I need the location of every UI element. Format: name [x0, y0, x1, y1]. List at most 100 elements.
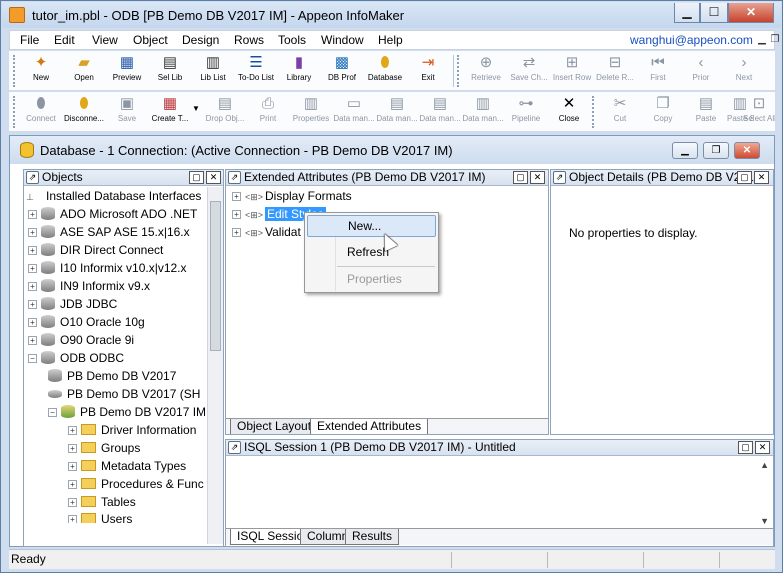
- pane-maximize-icon[interactable]: ▢: [738, 441, 753, 454]
- scrollbar-thumb[interactable]: [210, 201, 221, 351]
- toolbar-grip[interactable]: [13, 55, 16, 87]
- cut-button[interactable]: ✂ Cut: [598, 94, 642, 130]
- objects-scrollbar[interactable]: [207, 187, 223, 544]
- menu-rows[interactable]: Rows: [234, 33, 264, 47]
- child-minimize-button[interactable]: ▁: [672, 142, 698, 159]
- tree-item[interactable]: + DIR Direct Connect: [28, 241, 163, 259]
- pipeline-button[interactable]: ⊶ Pipeline: [504, 94, 548, 130]
- tree-item-folder[interactable]: + Users: [68, 511, 132, 523]
- close-button[interactable]: ✕: [728, 3, 774, 23]
- expand-icon[interactable]: +: [28, 282, 37, 291]
- database-button[interactable]: ⬮ Database: [363, 53, 407, 89]
- db-profile-button[interactable]: ▩ DB Prof: [320, 53, 364, 89]
- menu-help[interactable]: Help: [378, 33, 403, 47]
- database-painter-titlebar[interactable]: Database - 1 Connection: (Active Connect…: [10, 136, 774, 164]
- pushpin-icon[interactable]: ⇗: [228, 171, 241, 184]
- toolbar-grip[interactable]: [457, 55, 460, 87]
- maximize-button[interactable]: ☐: [700, 3, 728, 23]
- todo-list-button[interactable]: ☰ To-Do List: [234, 53, 278, 89]
- preview-button[interactable]: ▦ Preview: [105, 53, 149, 89]
- tree-item[interactable]: + ADO Microsoft ADO .NET: [28, 205, 197, 223]
- tab-results[interactable]: Results: [345, 529, 400, 545]
- expand-icon[interactable]: +: [28, 336, 37, 345]
- context-menu-new[interactable]: New...: [307, 215, 436, 237]
- mdi-restore-icon[interactable]: ❐: [767, 33, 783, 48]
- data-manipulation-button-3[interactable]: ▤ Data man...: [418, 94, 462, 130]
- menu-file[interactable]: File: [20, 33, 39, 47]
- minimize-button[interactable]: ▁: [674, 3, 700, 23]
- exit-button[interactable]: ⇥ Exit: [406, 53, 450, 89]
- expand-icon[interactable]: +: [28, 210, 37, 219]
- collapse-icon[interactable]: −: [48, 408, 57, 417]
- retrieve-button[interactable]: ⊕ Retrieve: [464, 53, 508, 89]
- connect-button[interactable]: ⬮ Connect: [19, 94, 63, 130]
- expand-icon[interactable]: +: [68, 498, 77, 507]
- data-manipulation-button-1[interactable]: ▭ Data man...: [332, 94, 376, 130]
- tree-item-profile-active[interactable]: − PB Demo DB V2017 IM: [48, 403, 206, 421]
- tree-item-profile[interactable]: PB Demo DB V2017 (SH: [48, 385, 200, 403]
- expand-icon[interactable]: +: [28, 246, 37, 255]
- pushpin-icon[interactable]: ⇗: [26, 171, 39, 184]
- pane-maximize-icon[interactable]: ▢: [513, 171, 528, 184]
- dropdown-arrow-icon[interactable]: ▼: [192, 104, 200, 113]
- next-button[interactable]: › Next: [722, 53, 766, 89]
- tree-item[interactable]: + O10 Oracle 10g: [28, 313, 145, 331]
- expand-icon[interactable]: +: [232, 192, 241, 201]
- open-button[interactable]: ▰ Open: [62, 53, 106, 89]
- title-bar[interactable]: tutor_im.pbl - ODB [PB Demo DB V2017 IM]…: [2, 2, 781, 28]
- user-account[interactable]: wanghui@appeon.com: [630, 33, 753, 47]
- delete-row-button[interactable]: ⊟ Delete R...: [593, 53, 637, 89]
- save-changes-button[interactable]: ⇄ Save Ch...: [507, 53, 551, 89]
- menu-view[interactable]: View: [92, 33, 118, 47]
- tree-item[interactable]: + JDB JDBC: [28, 295, 117, 313]
- tree-item[interactable]: + O90 Oracle 9i: [28, 331, 134, 349]
- expand-icon[interactable]: +: [232, 210, 241, 219]
- scroll-down-icon[interactable]: ▼: [760, 516, 769, 526]
- drop-object-button[interactable]: ▤ Drop Obj...: [203, 94, 247, 130]
- expand-icon[interactable]: +: [68, 480, 77, 489]
- child-restore-button[interactable]: ❐: [703, 142, 729, 159]
- scroll-up-icon[interactable]: ▲: [760, 460, 769, 470]
- context-menu-refresh[interactable]: Refresh: [307, 241, 436, 263]
- create-table-button[interactable]: ▦ Create T...: [148, 94, 192, 130]
- tree-item[interactable]: + ASE SAP ASE 15.x|16.x: [28, 223, 190, 241]
- tree-item-odbc[interactable]: − ODB ODBC: [28, 349, 124, 367]
- tab-object-layout[interactable]: Object Layout: [230, 419, 319, 434]
- tree-item-display-formats[interactable]: + <⊞> Display Formats: [232, 187, 352, 205]
- expand-icon[interactable]: +: [68, 515, 77, 523]
- expand-icon[interactable]: +: [68, 426, 77, 435]
- disconnect-button[interactable]: ⬮ Disconne...: [62, 94, 106, 130]
- expand-icon[interactable]: +: [28, 228, 37, 237]
- new-button[interactable]: ✦ New: [19, 53, 63, 89]
- pane-close-icon[interactable]: ✕: [755, 441, 770, 454]
- data-manipulation-button-4[interactable]: ▥ Data man...: [461, 94, 505, 130]
- pane-close-icon[interactable]: ✕: [206, 171, 221, 184]
- tab-extended-attributes[interactable]: Extended Attributes: [310, 419, 429, 434]
- tree-item-validation[interactable]: + <⊞> Validat: [232, 223, 301, 241]
- tree-item-folder[interactable]: + Procedures & Func: [68, 475, 204, 493]
- print-button[interactable]: ⎙ Print: [246, 94, 290, 130]
- expand-icon[interactable]: +: [68, 462, 77, 471]
- pane-close-icon[interactable]: ✕: [530, 171, 545, 184]
- menu-window[interactable]: Window: [321, 33, 364, 47]
- collapse-icon[interactable]: −: [28, 354, 37, 363]
- tree-item[interactable]: + IN9 Informix v9.x: [28, 277, 150, 295]
- tree-item-folder[interactable]: + Driver Information: [68, 421, 196, 439]
- pushpin-icon[interactable]: ⇗: [553, 171, 566, 184]
- toolbar-grip[interactable]: [13, 96, 16, 128]
- close-painter-button[interactable]: ✕ Close: [547, 94, 591, 130]
- select-library-button[interactable]: ▤ Sel Lib: [148, 53, 192, 89]
- menu-object[interactable]: Object: [133, 33, 168, 47]
- tree-item-folder[interactable]: + Groups: [68, 439, 140, 457]
- properties-button[interactable]: ▥ Properties: [289, 94, 333, 130]
- menu-design[interactable]: Design: [182, 33, 219, 47]
- child-close-button[interactable]: ✕: [734, 142, 760, 159]
- expand-icon[interactable]: +: [28, 264, 37, 273]
- tree-item[interactable]: + I10 Informix v10.x|v12.x: [28, 259, 187, 277]
- sql-editor[interactable]: [226, 457, 773, 528]
- first-button[interactable]: ⏮ First: [636, 53, 680, 89]
- tree-item-profile[interactable]: PB Demo DB V2017: [48, 367, 176, 385]
- pane-maximize-icon[interactable]: ▢: [189, 171, 204, 184]
- expand-icon[interactable]: +: [28, 318, 37, 327]
- library-list-button[interactable]: ▥ Lib List: [191, 53, 235, 89]
